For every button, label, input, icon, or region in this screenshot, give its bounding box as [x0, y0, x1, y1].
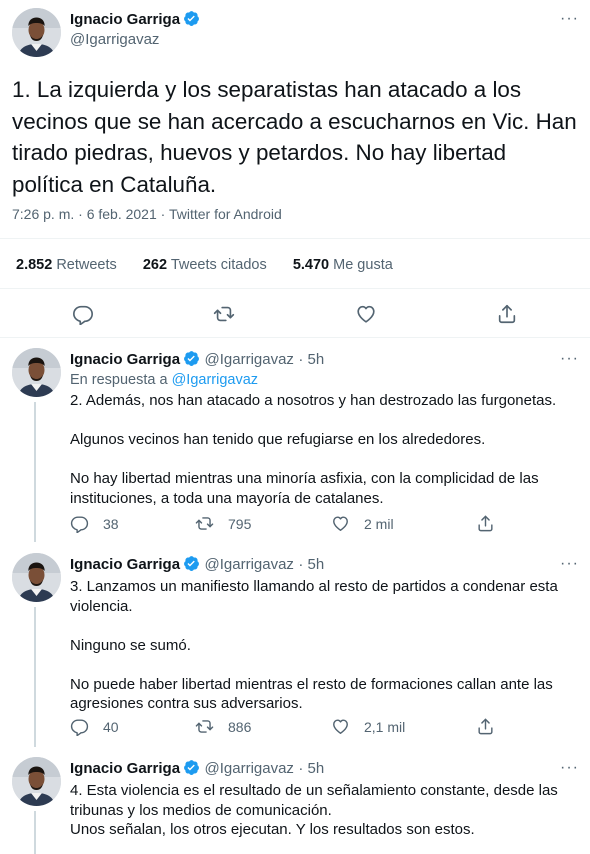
reply-author-name[interactable]: Ignacio Garriga: [70, 760, 180, 777]
thread-line: [34, 811, 36, 854]
in-reply-to: En respuesta a @Igarrigavaz: [70, 372, 258, 388]
like-icon: [331, 514, 350, 533]
tweet-timestamp-source[interactable]: 7:26 p. m. · 6 feb. 2021 · Twitter for A…: [12, 206, 282, 222]
reply-count: 40: [103, 718, 119, 735]
reply-header: Ignacio Garriga @Igarrigavaz · 5h: [70, 555, 324, 574]
reply-avatar[interactable]: [12, 553, 61, 602]
avatar-image: [12, 348, 61, 397]
retweets-label: Retweets: [56, 257, 117, 273]
reply-button[interactable]: 40: [70, 717, 119, 736]
like-count: 2 mil: [364, 515, 394, 532]
avatar-image: [12, 8, 61, 57]
like-icon: [331, 717, 350, 736]
share-icon: [496, 303, 518, 325]
thread-line: [34, 607, 36, 747]
quotes-stat[interactable]: 262 Tweets citados: [143, 257, 267, 273]
reply-author-handle[interactable]: @Igarrigavaz: [205, 760, 294, 777]
quotes-label: Tweets citados: [170, 257, 267, 273]
more-options-icon[interactable]: ···: [560, 759, 579, 777]
likes-count: 5.470: [292, 257, 330, 273]
more-options-icon[interactable]: ···: [560, 555, 579, 573]
divider: [0, 238, 590, 239]
reply-author-name[interactable]: Ignacio Garriga: [70, 351, 180, 368]
reply-avatar[interactable]: [12, 348, 61, 397]
author-name[interactable]: Ignacio Garriga: [70, 11, 180, 28]
reply-button[interactable]: [72, 303, 94, 325]
retweet-icon: [195, 514, 214, 533]
reply-text: 2. Además, nos han atacado a nosotros y …: [70, 392, 557, 507]
reply-author-name[interactable]: Ignacio Garriga: [70, 556, 180, 573]
quotes-count: 262: [142, 257, 168, 273]
retweet-count: 795: [228, 515, 252, 532]
reply-header: Ignacio Garriga @Igarrigavaz · 5h: [70, 350, 324, 369]
divider: [0, 337, 590, 338]
share-button[interactable]: [476, 514, 509, 533]
like-button[interactable]: 2,1 mil: [331, 717, 405, 736]
like-count: 2,1 mil: [364, 718, 406, 735]
reply-time[interactable]: · 5h: [298, 351, 324, 368]
reply-icon: [70, 514, 89, 533]
in-reply-to-label: En respuesta a: [70, 372, 172, 388]
divider: [0, 288, 590, 289]
verified-badge-icon: [183, 10, 200, 27]
tweet-stats: 2.852 Retweets 262 Tweets citados 5.470 …: [16, 257, 393, 273]
avatar-image: [12, 553, 61, 602]
verified-badge-icon: [183, 555, 200, 572]
more-options-icon[interactable]: ···: [560, 350, 579, 368]
retweet-count: 886: [228, 718, 252, 735]
retweet-button[interactable]: 886: [195, 717, 251, 736]
verified-badge-icon: [183, 759, 200, 776]
reply-count: 38: [103, 515, 119, 532]
reply-text: 3. Lanzamos un manifiesto llamando al re…: [70, 578, 558, 712]
like-button[interactable]: [355, 303, 377, 325]
reply-avatar[interactable]: [12, 757, 61, 806]
reply-author-handle[interactable]: @Igarrigavaz: [205, 556, 294, 573]
likes-label: Me gusta: [333, 257, 393, 273]
avatar-image: [12, 757, 61, 806]
retweet-button[interactable]: 795: [195, 514, 251, 533]
author-handle[interactable]: @Igarrigavaz: [70, 31, 159, 48]
reply-header: Ignacio Garriga @Igarrigavaz · 5h: [70, 759, 324, 778]
like-icon: [355, 303, 377, 325]
reply-icon: [70, 717, 89, 736]
main-tweet-text: 1. La izquierda y los separatistas han a…: [12, 77, 577, 197]
more-options-icon[interactable]: ···: [560, 10, 579, 28]
retweet-button[interactable]: [213, 303, 235, 325]
retweets-count: 2.852: [16, 257, 53, 273]
retweets-stat[interactable]: 2.852 Retweets: [16, 257, 117, 273]
likes-stat[interactable]: 5.470 Me gusta: [293, 257, 393, 273]
thread-line: [34, 402, 36, 542]
reply-time[interactable]: · 5h: [298, 556, 324, 573]
retweet-icon: [195, 717, 214, 736]
verified-badge-icon: [183, 350, 200, 367]
reply-text: 4. Esta violencia es el resultado de un …: [70, 782, 558, 838]
share-button[interactable]: [476, 717, 509, 736]
reply-time[interactable]: · 5h: [298, 760, 324, 777]
reply-button[interactable]: 38: [70, 514, 119, 533]
retweet-icon: [213, 303, 235, 325]
reply-icon: [72, 303, 94, 325]
in-reply-to-link[interactable]: @Igarrigavaz: [172, 372, 258, 388]
author-name-row: Ignacio Garriga: [70, 10, 200, 29]
like-button[interactable]: 2 mil: [331, 514, 394, 533]
share-icon: [476, 514, 495, 533]
reply-author-handle[interactable]: @Igarrigavaz: [205, 351, 294, 368]
author-avatar[interactable]: [12, 8, 61, 57]
share-button[interactable]: [496, 303, 518, 325]
share-icon: [476, 717, 495, 736]
